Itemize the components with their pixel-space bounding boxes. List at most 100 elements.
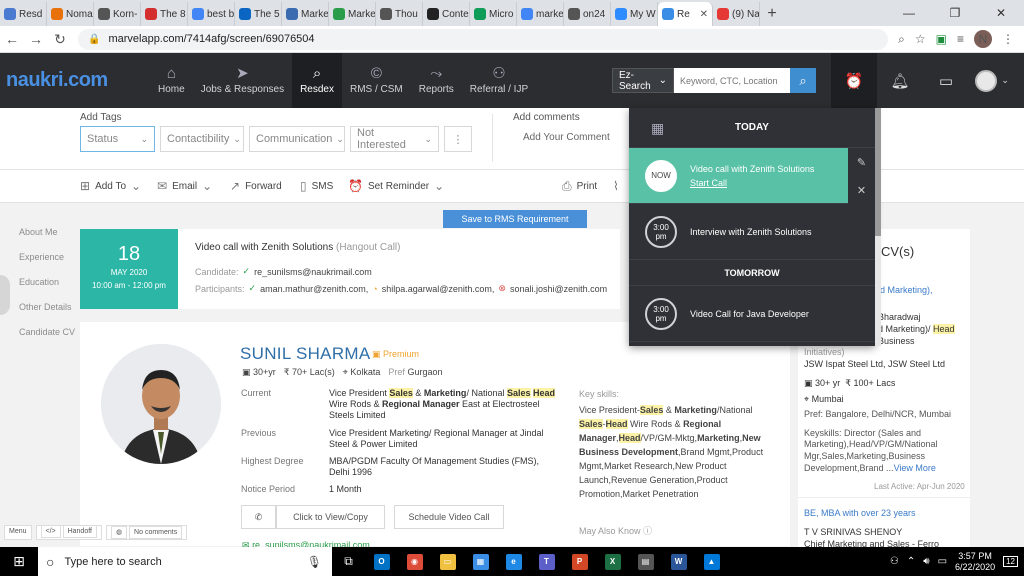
menu-button[interactable]: Menu bbox=[4, 525, 32, 540]
nav-item-resdex[interactable]: ⌕ Resdex bbox=[292, 53, 342, 108]
browser-tab[interactable]: The 8 bbox=[141, 2, 188, 26]
user-profile-menu[interactable]: ⌄ bbox=[969, 53, 1015, 108]
forward-button[interactable]: ↗ Forward bbox=[230, 179, 282, 193]
excel-icon[interactable]: X bbox=[596, 547, 629, 576]
set-reminder-button[interactable]: ⏰ Set Reminder ⌄ bbox=[348, 179, 444, 193]
minimize-button[interactable]: — bbox=[886, 0, 932, 26]
chevron-up-icon[interactable]: ⌃ bbox=[907, 556, 915, 567]
section-link[interactable]: Other Details bbox=[0, 295, 80, 320]
notifications-icon[interactable]: 12 bbox=[1003, 556, 1018, 567]
save-to-rms-button[interactable]: Save to RMS Requirement bbox=[443, 210, 587, 228]
photos-icon[interactable]: ▲ bbox=[695, 547, 728, 576]
search-button[interactable]: ⌕ bbox=[790, 68, 816, 93]
teams-icon[interactable]: T bbox=[530, 547, 563, 576]
contactibility-dropdown[interactable]: Contactibility ⌄ bbox=[160, 126, 244, 152]
network-icon[interactable]: ▭ bbox=[938, 556, 947, 567]
back-button[interactable]: ← bbox=[0, 31, 24, 47]
calculator-icon[interactable]: ▤ bbox=[629, 547, 662, 576]
edge-icon[interactable]: e bbox=[497, 547, 530, 576]
edit-icon[interactable]: ✎ bbox=[857, 156, 866, 169]
task-view-icon[interactable]: ⧉ bbox=[332, 547, 365, 576]
extension-icon[interactable]: ▣ bbox=[936, 32, 947, 46]
new-tab-button[interactable]: + bbox=[760, 2, 784, 26]
chrome-icon[interactable]: ◉ bbox=[398, 547, 431, 576]
sms-button[interactable]: ▯ SMS bbox=[300, 179, 333, 193]
close-window-button[interactable]: ✕ bbox=[978, 0, 1024, 26]
close-tab-icon[interactable]: ✕ bbox=[700, 9, 708, 20]
handoff-button[interactable]: </> Handoff bbox=[35, 525, 102, 540]
browser-tab[interactable]: Marke bbox=[282, 2, 329, 26]
nav-item-reports[interactable]: ⤳ Reports bbox=[411, 53, 462, 108]
alarm-clock-icon[interactable]: ⏰ bbox=[831, 53, 877, 108]
browser-tab[interactable]: Korn- bbox=[94, 2, 141, 26]
zoom-icon[interactable]: ⌕ bbox=[898, 32, 905, 47]
people-icon[interactable]: ⚇ bbox=[890, 556, 899, 567]
schedule-video-call-button[interactable]: Schedule Video Call bbox=[394, 505, 504, 529]
powerpoint-icon[interactable]: P bbox=[563, 547, 596, 576]
view-contact-button[interactable]: Click to View/Copy bbox=[276, 505, 385, 529]
speaker-icon[interactable]: 🔊︎ bbox=[923, 556, 929, 567]
section-link[interactable]: Candidate CV bbox=[0, 320, 80, 345]
nav-item-referral-ijp[interactable]: ⚇ Referral / IJP bbox=[462, 53, 536, 108]
ez-search-dropdown[interactable]: Ez-Search ⌄ bbox=[612, 68, 674, 93]
browser-tab[interactable]: Resd bbox=[0, 2, 47, 26]
browser-tab[interactable]: Re ✕ bbox=[658, 2, 713, 26]
chat-icon[interactable]: ▭ bbox=[923, 53, 969, 108]
browser-tab[interactable]: on24 bbox=[564, 2, 611, 26]
microphone-icon[interactable]: 🎙︎ bbox=[307, 555, 322, 569]
browser-tab[interactable]: best b bbox=[188, 2, 235, 26]
browser-tab[interactable]: (9) Na bbox=[713, 2, 760, 26]
browser-tab[interactable]: My W bbox=[611, 2, 658, 26]
cv-education[interactable]: BE, MBA with over 23 years bbox=[804, 508, 916, 519]
nav-item-jobs-responses[interactable]: ➤ Jobs & Responses bbox=[193, 53, 292, 108]
browser-tab[interactable]: Thou bbox=[376, 2, 423, 26]
section-link[interactable]: Education bbox=[0, 270, 80, 295]
file-explorer-icon[interactable]: ▭ bbox=[431, 547, 464, 576]
add-to-button[interactable]: ⊞ Add To ⌄ bbox=[80, 179, 141, 193]
attach-button[interactable]: ⌇ bbox=[613, 179, 619, 193]
section-link[interactable]: Experience bbox=[0, 245, 80, 270]
not-interested-dropdown[interactable]: Not Interested ⌄ bbox=[350, 126, 439, 152]
reading-list-icon[interactable]: ≡ bbox=[957, 32, 964, 46]
restore-button[interactable]: ❐ bbox=[932, 0, 978, 26]
outlook-icon[interactable]: O bbox=[365, 547, 398, 576]
browser-tab[interactable]: Marke bbox=[329, 2, 376, 26]
view-more-link[interactable]: View More bbox=[894, 463, 936, 473]
scrollbar-thumb[interactable] bbox=[875, 108, 881, 236]
browser-tab[interactable]: Micro bbox=[470, 2, 517, 26]
close-icon[interactable]: ✕ bbox=[857, 184, 866, 197]
comments-button[interactable]: ◍ No comments bbox=[105, 525, 188, 540]
reminder-item[interactable]: NOW Video call with Zenith Solutions Sta… bbox=[629, 148, 875, 204]
clock[interactable]: 3:57 PM 6/22/2020 bbox=[955, 551, 995, 573]
menu-icon[interactable]: ⋮ bbox=[1002, 32, 1014, 46]
cv-title-line[interactable]: d Marketing), bbox=[880, 285, 933, 296]
profile-avatar[interactable]: N bbox=[974, 30, 992, 48]
scroll-left-handle[interactable] bbox=[0, 275, 10, 315]
store-icon[interactable]: ▦ bbox=[464, 547, 497, 576]
reminder-item[interactable]: 3:00 pm Interview with Zenith Solutions bbox=[629, 204, 875, 260]
keyword-search-input[interactable] bbox=[674, 68, 790, 93]
print-button[interactable]: ⎙ Print bbox=[562, 179, 597, 194]
browser-tab[interactable]: Noma bbox=[47, 2, 94, 26]
naukri-logo[interactable]: naukri.com bbox=[0, 69, 150, 92]
more-options-button[interactable]: ⋮ bbox=[444, 126, 472, 152]
add-comment-input[interactable]: Add Your Comment bbox=[523, 132, 610, 143]
reminder-item[interactable]: 3:00 pm Video Call for Java Developer bbox=[629, 286, 875, 342]
communication-dropdown[interactable]: Communication ⌄ bbox=[249, 126, 345, 152]
forward-button[interactable]: → bbox=[24, 31, 48, 47]
reload-button[interactable]: ↻ bbox=[48, 31, 72, 48]
windows-start-button[interactable]: ⊞ bbox=[0, 547, 38, 576]
browser-tab[interactable]: marke bbox=[517, 2, 564, 26]
nav-item-home[interactable]: ⌂ Home bbox=[150, 53, 193, 108]
word-icon[interactable]: W bbox=[662, 547, 695, 576]
start-call-link[interactable]: Start Call bbox=[690, 178, 814, 188]
nav-item-rms-csm[interactable]: © RMS / CSM bbox=[342, 53, 411, 108]
taskbar-search[interactable]: ○ Type here to search 🎙︎ bbox=[38, 547, 332, 576]
browser-tab[interactable]: Conte bbox=[423, 2, 470, 26]
bell-icon[interactable]: 🔔︎ bbox=[877, 53, 923, 108]
status-dropdown[interactable]: Status ⌄ bbox=[80, 126, 155, 152]
section-link[interactable]: About Me bbox=[0, 220, 80, 245]
reminders-scrollbar[interactable] bbox=[875, 108, 881, 346]
email-button[interactable]: ✉ Email ⌄ bbox=[157, 179, 212, 193]
star-icon[interactable]: ☆ bbox=[915, 32, 926, 46]
